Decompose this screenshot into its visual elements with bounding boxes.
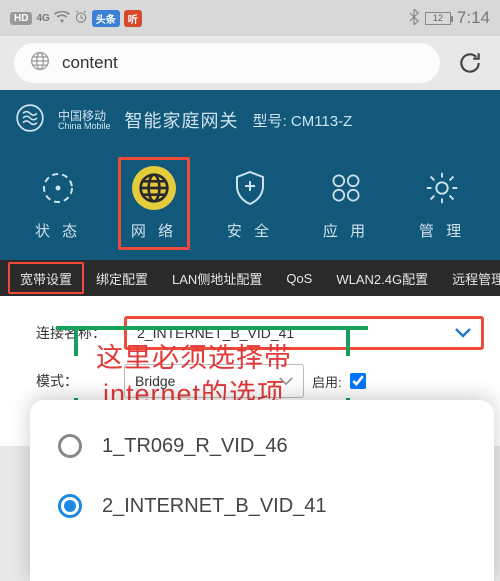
mode-label: 模式： xyxy=(16,371,116,391)
enable-checkbox[interactable] xyxy=(350,373,366,389)
conn-name-value: 2_INTERNET_B_VID_41 xyxy=(137,325,294,341)
nav-apps-label: 应 用 xyxy=(323,220,369,241)
refresh-button[interactable] xyxy=(454,47,486,79)
chevron-down-icon xyxy=(455,325,471,341)
nav-security[interactable]: 安 全 xyxy=(214,166,286,241)
subnav-binding[interactable]: 绑定配置 xyxy=(84,260,160,296)
nav-manage[interactable]: 管 理 xyxy=(406,166,478,241)
main-nav: 状 态 网 络 安 全 应 用 管 理 xyxy=(0,150,500,260)
sub-nav: 宽带设置 绑定配置 LAN侧地址配置 QoS WLAN2.4G配置 远程管理 xyxy=(0,260,500,296)
app-badge-1: 头条 xyxy=(92,10,120,27)
brand-text: 中国移动 China Mobile xyxy=(58,110,111,131)
router-model: 型号: CM113-Z xyxy=(253,110,353,131)
brand-cn: 中国移动 xyxy=(58,110,111,122)
router-header: 中国移动 China Mobile 智能家庭网关 型号: CM113-Z xyxy=(0,90,500,150)
clock: 7:14 xyxy=(457,8,490,28)
conn-name-label: 连接名称： xyxy=(16,323,116,343)
mode-select[interactable]: Bridge xyxy=(124,364,304,398)
status-right: 12 7:14 xyxy=(409,8,490,28)
subnav-broadband[interactable]: 宽带设置 xyxy=(8,262,84,294)
option-1-label: 1_TR069_R_VID_46 xyxy=(102,435,288,458)
nav-network[interactable]: 网 络 xyxy=(118,157,190,250)
shield-icon xyxy=(228,166,272,210)
nav-network-label: 网 络 xyxy=(131,220,177,241)
option-2-label: 2_INTERNET_B_VID_41 xyxy=(102,495,327,518)
hd-badge: HD xyxy=(10,12,32,25)
brand-en: China Mobile xyxy=(58,122,111,131)
gear-icon xyxy=(420,166,464,210)
status-icon xyxy=(36,166,80,210)
alarm-icon xyxy=(74,10,88,27)
nav-security-label: 安 全 xyxy=(227,220,273,241)
subnav-qos[interactable]: QoS xyxy=(274,260,324,296)
mode-value: Bridge xyxy=(135,373,175,389)
battery-icon: 12 xyxy=(425,12,451,25)
apps-icon xyxy=(324,166,368,210)
status-left: HD 4G 头条 听 xyxy=(10,10,142,27)
radio-unchecked-icon xyxy=(58,434,82,458)
dropdown-popup: 1_TR069_R_VID_46 2_INTERNET_B_VID_41 xyxy=(30,400,494,581)
browser-url-bar xyxy=(0,36,500,90)
nav-status[interactable]: 状 态 xyxy=(22,166,94,241)
subnav-remote[interactable]: 远程管理 xyxy=(440,260,500,296)
option-1[interactable]: 1_TR069_R_VID_46 xyxy=(30,416,494,476)
network-type: 4G xyxy=(36,13,49,24)
radio-checked-icon xyxy=(58,494,82,518)
url-input-wrap[interactable] xyxy=(14,43,440,83)
conn-name-select[interactable]: 2_INTERNET_B_VID_41 xyxy=(124,316,484,350)
row-conn-name: 连接名称： 2_INTERNET_B_VID_41 xyxy=(16,316,484,350)
globe-icon xyxy=(30,51,50,76)
nav-apps[interactable]: 应 用 xyxy=(310,166,382,241)
cm-logo-icon xyxy=(16,104,44,137)
subnav-wlan24[interactable]: WLAN2.4G配置 xyxy=(324,260,440,296)
network-icon xyxy=(132,166,176,210)
subnav-lan[interactable]: LAN侧地址配置 xyxy=(160,260,274,296)
option-2[interactable]: 2_INTERNET_B_VID_41 xyxy=(30,476,494,536)
wifi-icon xyxy=(54,11,70,26)
app-badge-2: 听 xyxy=(124,10,142,27)
battery-pct: 12 xyxy=(433,13,443,23)
nav-status-label: 状 态 xyxy=(35,220,81,241)
chevron-down-icon xyxy=(279,373,293,389)
enable-label: 启用: xyxy=(312,372,342,391)
row-mode: 模式： Bridge 启用: xyxy=(16,364,484,398)
bluetooth-icon xyxy=(409,9,419,28)
android-status-bar: HD 4G 头条 听 12 7:14 xyxy=(0,0,500,36)
router-title: 智能家庭网关 xyxy=(125,107,239,133)
url-input[interactable] xyxy=(62,53,424,73)
nav-manage-label: 管 理 xyxy=(419,220,465,241)
